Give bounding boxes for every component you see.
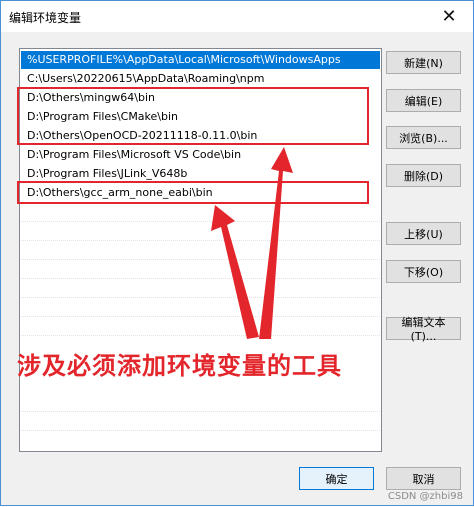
arrow-to-toolchains-icon	[259, 147, 293, 339]
watermark: CSDN @zhbi98	[387, 491, 463, 502]
edit-env-variable-dialog: 编辑环境变量 ✕ %USERPROFILE%\AppData\Local\Mic…	[0, 0, 474, 506]
annotation-arrows	[211, 147, 293, 339]
arrow-to-gcc-arm-icon	[211, 205, 259, 339]
annotation-text: 涉及必须添加环境变量的工具	[17, 352, 342, 380]
